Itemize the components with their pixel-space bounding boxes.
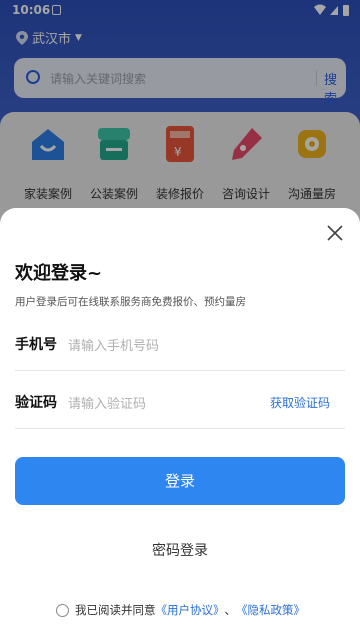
phone-label: 手机号 (15, 337, 57, 353)
close-icon[interactable] (326, 224, 344, 242)
agree-checkbox[interactable] (56, 603, 69, 617)
user-agreement-link[interactable]: 《用户协议》 (156, 602, 225, 618)
login-button[interactable]: 登录 (15, 457, 345, 505)
code-row: 验证码 请输入验证码 获取验证码 (15, 378, 345, 429)
phone-row: 手机号 请输入手机号码 (15, 320, 345, 371)
phone-input[interactable]: 请输入手机号码 (68, 335, 159, 354)
get-code-button[interactable]: 获取验证码 (270, 394, 330, 411)
password-login-link[interactable]: 密码登录 (0, 540, 360, 560)
login-subtitle: 用户登录后可在线联系服务商免费报价、预约量房 (15, 296, 246, 308)
agreement-separator: 、 (224, 603, 237, 617)
agree-text: 我已阅读并同意 (75, 603, 156, 617)
code-label: 验证码 (15, 395, 57, 411)
code-input[interactable]: 请输入验证码 (68, 393, 146, 412)
agreement-row: 我已阅读并同意 《用户协议》 、 《隐私政策》 (56, 602, 305, 618)
login-sheet: 欢迎登录~ 用户登录后可在线联系服务商免费报价、预约量房 手机号 请输入手机号码… (0, 208, 360, 640)
privacy-policy-link[interactable]: 《隐私政策》 (236, 602, 305, 618)
login-title: 欢迎登录~ (15, 263, 103, 284)
